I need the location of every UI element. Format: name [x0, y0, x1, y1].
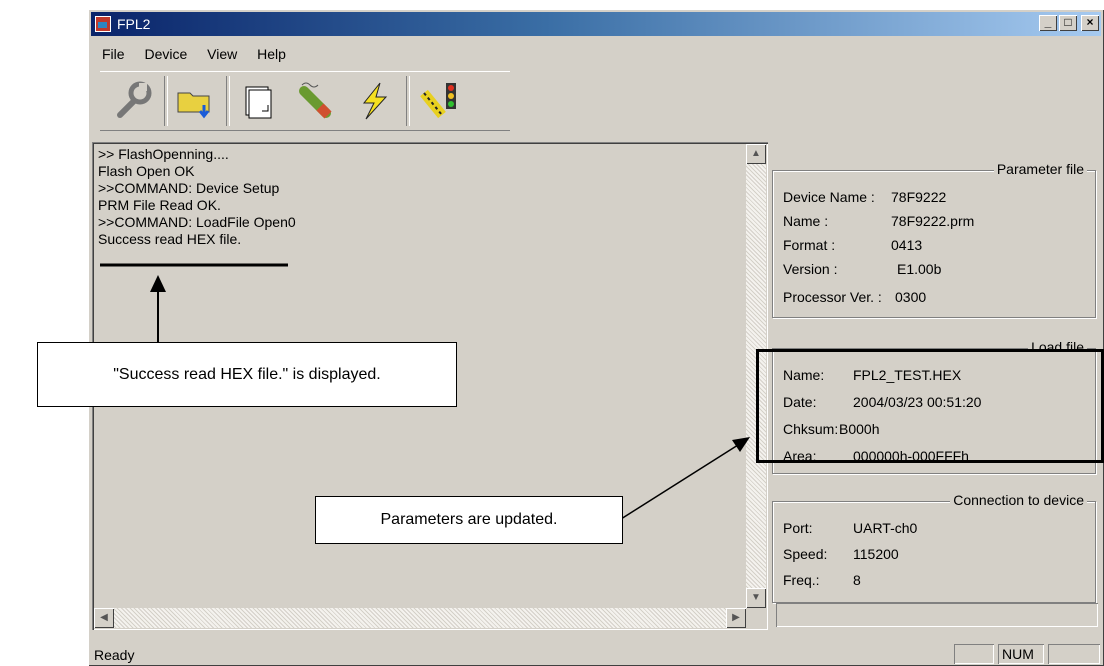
- arrow-up-head: [150, 275, 166, 292]
- annotation-overlay: [100, 263, 750, 520]
- hex-read-callout: "Success read HEX file." is displayed.: [37, 342, 457, 407]
- arrow-diagonal: [620, 444, 739, 520]
- params-updated-callout: Parameters are updated.: [315, 496, 623, 544]
- load-file-highlight: [756, 349, 1104, 463]
- arrow-diagonal-head: [732, 437, 750, 452]
